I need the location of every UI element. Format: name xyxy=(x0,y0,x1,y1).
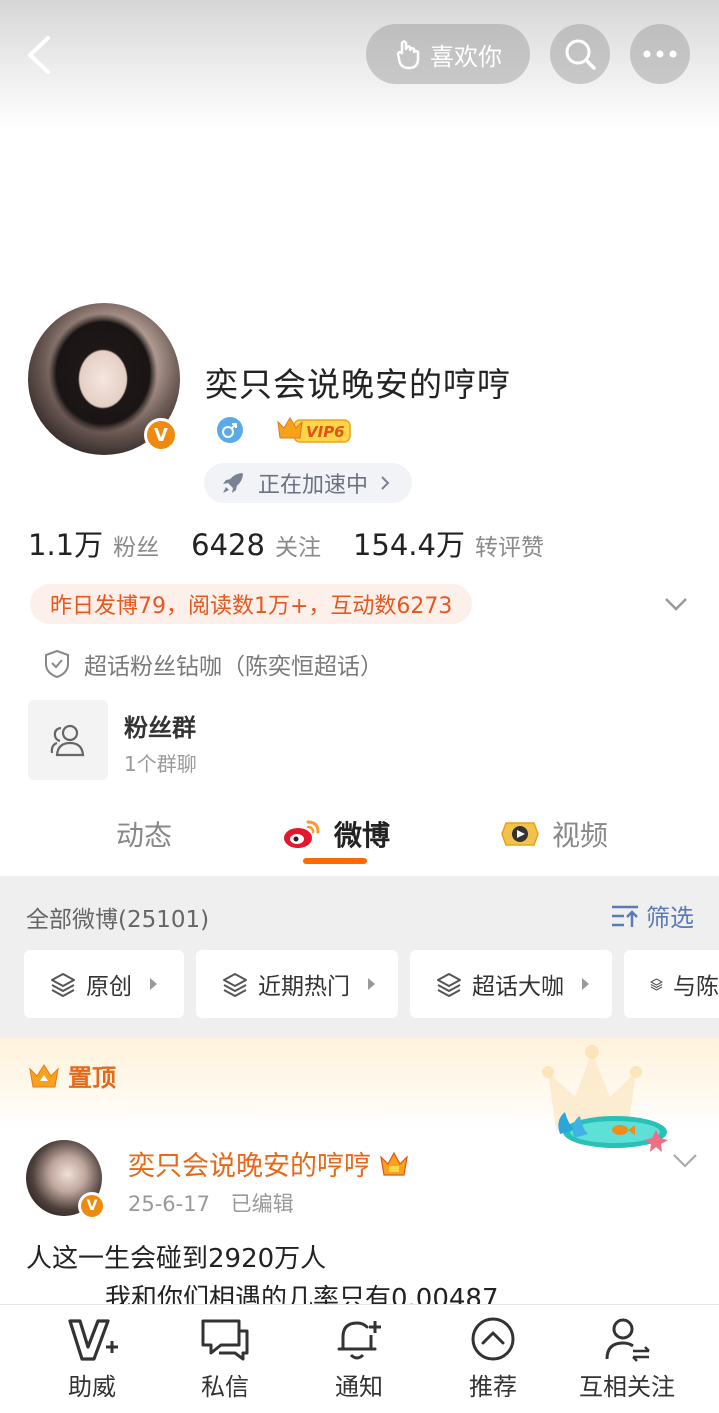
supertopic-label: 超话粉丝钻咖（陈奕恒超话） xyxy=(84,654,383,680)
tab-weibo[interactable]: 微博 xyxy=(282,814,390,854)
all-weibo-count: 全部微博(25101) xyxy=(26,907,210,933)
speed-up-pill[interactable]: 正在加速中 xyxy=(204,463,412,503)
filter-label: 筛选 xyxy=(646,904,694,932)
recommend-icon xyxy=(471,1317,515,1361)
male-gender-icon xyxy=(216,416,244,444)
nav-mutual-follow[interactable]: 互相关注 xyxy=(562,1315,692,1402)
video-icon xyxy=(501,822,539,846)
nav-label: 助威 xyxy=(68,1373,116,1401)
filter-button[interactable]: 筛选 xyxy=(610,898,694,933)
vip-badge[interactable]: VIP6 xyxy=(276,414,352,446)
stat-reposts[interactable]: 154.4万 转评赞 xyxy=(353,522,544,564)
chip-with[interactable]: 与陈 xyxy=(624,950,719,1018)
layers-icon xyxy=(650,978,663,991)
nav-label: 私信 xyxy=(201,1373,249,1401)
crown-icon xyxy=(29,1063,59,1087)
crown-decoration xyxy=(540,1042,680,1157)
profile-stats: 1.1万 粉丝 6428 关注 154.4万 转评赞 xyxy=(28,522,576,564)
nav-recommend[interactable]: 推荐 xyxy=(428,1315,558,1402)
profile-username: 奕只会说晚安的哼哼 xyxy=(205,365,511,404)
post-menu-chevron-icon[interactable] xyxy=(670,1148,700,1172)
more-icon xyxy=(643,50,677,58)
group-icon xyxy=(50,724,85,757)
caret-right-icon xyxy=(150,978,157,990)
back-icon[interactable] xyxy=(20,30,60,80)
fans-group-icon-box[interactable] xyxy=(28,700,108,780)
chip-label: 与陈 xyxy=(673,974,719,1000)
search-button[interactable] xyxy=(550,24,610,84)
supertopic-info[interactable]: 超话粉丝钻咖（陈奕恒超话） xyxy=(44,647,383,681)
nav-messages[interactable]: 私信 xyxy=(160,1315,290,1402)
verified-badge-icon: V xyxy=(78,1192,106,1220)
caret-right-icon xyxy=(368,978,375,990)
stat-following[interactable]: 6428 关注 xyxy=(191,528,321,562)
stat-label: 转评赞 xyxy=(474,535,544,561)
more-button[interactable] xyxy=(630,24,690,84)
chip-label: 原创 xyxy=(86,974,132,1000)
bottom-nav: 助威 私信 通知 推荐 互相关注 xyxy=(0,1304,719,1413)
caret-right-icon xyxy=(582,978,589,990)
nav-cheer[interactable]: 助威 xyxy=(27,1315,157,1402)
top-bar xyxy=(0,0,719,130)
search-icon xyxy=(565,39,596,70)
tab-video[interactable]: 视频 xyxy=(500,814,608,854)
layers-icon xyxy=(51,973,75,997)
stat-value: 6428 xyxy=(191,528,265,562)
yesterday-summary[interactable]: 昨日发博79，阅读数1万+，互动数6273 xyxy=(30,584,473,624)
profile-tabs: 动态 微博 视频 xyxy=(0,800,719,876)
stat-value: 154.4万 xyxy=(352,528,465,562)
tab-label: 视频 xyxy=(552,819,609,852)
mutual-follow-icon xyxy=(605,1318,650,1362)
fans-group-subtitle: 1个群聊 xyxy=(124,752,197,776)
tab-dynamic[interactable]: 动态 xyxy=(116,814,172,854)
bell-plus-icon xyxy=(337,1321,381,1360)
chip-label: 近期热门 xyxy=(258,974,350,1000)
like-button[interactable]: 喜欢你 xyxy=(366,24,530,84)
layers-icon xyxy=(223,973,247,997)
post-author-name: 奕只会说晚安的哼哼 xyxy=(128,1151,371,1182)
vip-label: VIP6 xyxy=(306,423,345,441)
speed-label: 正在加速中 xyxy=(258,473,369,498)
message-icon xyxy=(201,1319,249,1361)
post-author-row[interactable]: 奕只会说晚安的哼哼 xyxy=(128,1144,409,1183)
nav-label: 推荐 xyxy=(469,1373,517,1401)
nav-notifications[interactable]: 通知 xyxy=(294,1315,424,1402)
crown-badge-icon xyxy=(380,1151,408,1176)
layers-icon xyxy=(437,973,461,997)
post-date: 25-6-17 xyxy=(128,1192,210,1216)
stat-label: 粉丝 xyxy=(113,535,160,561)
stat-label: 关注 xyxy=(274,535,321,561)
post-text-line: 人这一生会碰到2920万人 xyxy=(26,1244,327,1274)
chip-original[interactable]: 原创 xyxy=(24,950,184,1018)
cheer-icon xyxy=(68,1319,118,1361)
stat-fans[interactable]: 1.1万 粉丝 xyxy=(28,522,159,564)
nav-label: 通知 xyxy=(335,1373,383,1401)
chip-recent-hot[interactable]: 近期热门 xyxy=(196,950,398,1018)
tab-label: 微博 xyxy=(334,819,391,852)
fans-group-title[interactable]: 粉丝群 xyxy=(124,708,196,743)
active-tab-indicator xyxy=(303,858,367,864)
nav-label: 互相关注 xyxy=(579,1373,675,1401)
weibo-logo-icon xyxy=(284,820,320,848)
post-edited: 已编辑 xyxy=(230,1192,294,1216)
verified-badge-icon: V xyxy=(144,418,178,452)
chevron-down-icon[interactable] xyxy=(662,592,690,616)
tab-label: 动态 xyxy=(116,819,173,852)
chip-supertopic[interactable]: 超话大咖 xyxy=(410,950,612,1018)
shield-icon xyxy=(45,649,69,679)
filter-icon xyxy=(612,905,638,927)
pinned-label-row: 置顶 xyxy=(28,1058,116,1093)
post-meta: 25-6-17 已编辑 xyxy=(128,1188,294,1218)
chip-label: 超话大咖 xyxy=(472,974,564,1000)
chevron-right-icon xyxy=(381,476,390,490)
like-label: 喜欢你 xyxy=(430,42,502,71)
stat-value: 1.1万 xyxy=(28,528,104,562)
rocket-icon xyxy=(223,473,243,493)
pinned-label: 置顶 xyxy=(68,1064,116,1092)
hand-icon xyxy=(396,40,420,70)
